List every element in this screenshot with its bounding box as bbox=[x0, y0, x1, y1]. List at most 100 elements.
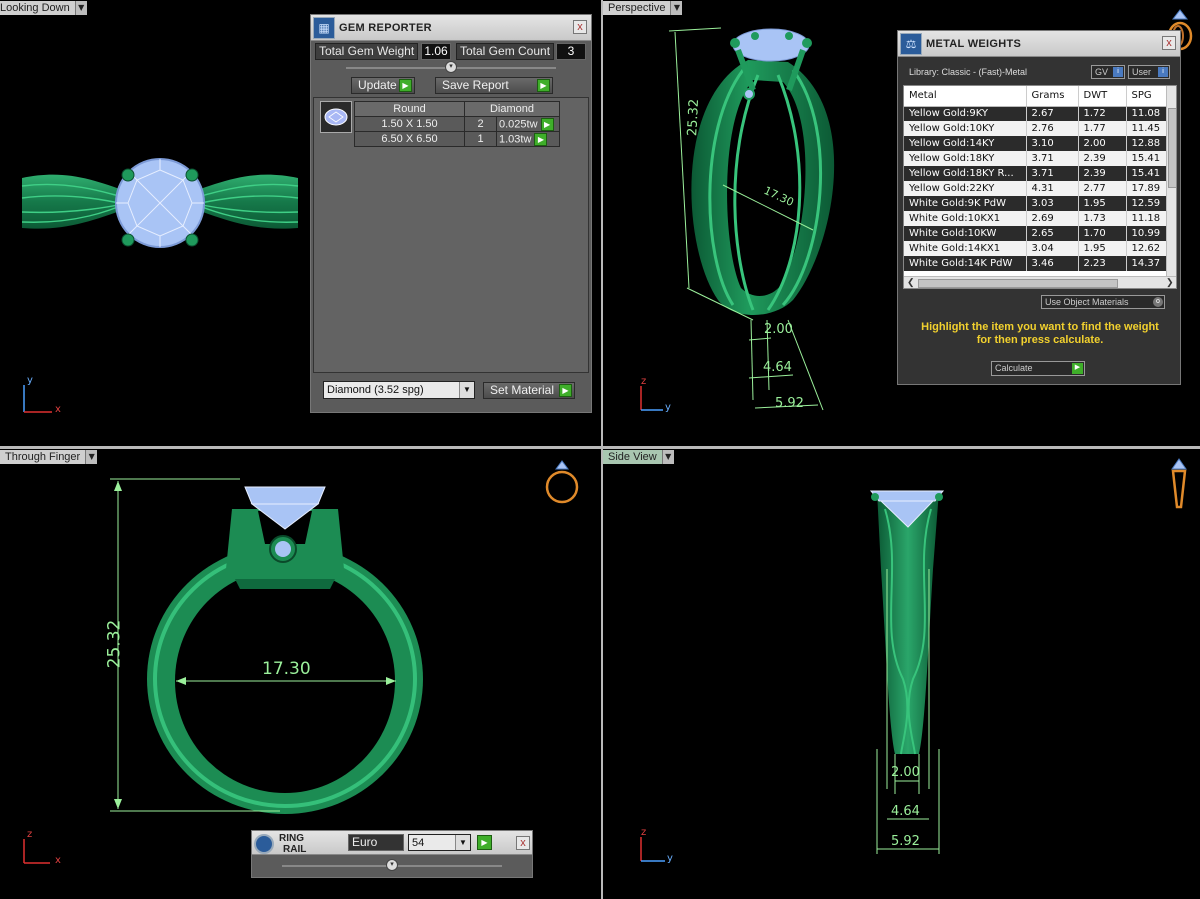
gem-table-header-material: Diamond bbox=[464, 101, 560, 117]
toggle-icon: o bbox=[1153, 297, 1163, 307]
ring-rail-title: RING RAIL bbox=[279, 833, 307, 855]
dimension-height-label: 25.32 bbox=[685, 98, 703, 137]
material-select[interactable]: Diamond (3.52 spg) ▼ bbox=[323, 381, 475, 399]
table-cell: 12.88 bbox=[1126, 136, 1169, 151]
total-gem-count-label: Total Gem Count bbox=[456, 43, 555, 60]
scroll-right-icon[interactable]: ❯ bbox=[1166, 277, 1174, 288]
scrollbar-thumb[interactable] bbox=[1168, 108, 1176, 188]
update-button[interactable]: Update ▶ bbox=[351, 77, 415, 94]
viewport-label-side-view[interactable]: Side View ▼ bbox=[603, 449, 674, 464]
viewport-splitter-vertical[interactable] bbox=[601, 0, 603, 899]
table-cell: 15.41 bbox=[1126, 166, 1169, 181]
table-cell: 10.99 bbox=[1126, 226, 1169, 241]
table-cell: White Gold:14KX1 bbox=[904, 241, 1027, 256]
gem-table-row[interactable]: 1.50 X 1.50 2 0.025tw ▶ bbox=[354, 116, 560, 132]
viewport-side-view[interactable]: 2.00 4.64 5.92 z y Side View ▼ bbox=[603, 449, 1200, 899]
total-gem-count-value: 3 bbox=[556, 43, 586, 60]
viewport-splitter-horizontal[interactable] bbox=[0, 446, 1200, 449]
table-cell: 3.04 bbox=[1026, 241, 1079, 256]
close-icon[interactable]: x bbox=[1162, 36, 1176, 50]
table-cell: 3.10 bbox=[1026, 136, 1079, 151]
table-cell: 2.67 bbox=[1026, 106, 1079, 121]
dimension-shank-inner-label: 2.00 bbox=[764, 322, 793, 337]
axis-z-label: z bbox=[641, 827, 647, 838]
table-cell: White Gold:10KX1 bbox=[904, 211, 1027, 226]
table-cell: 1.95 bbox=[1078, 196, 1127, 211]
dimension-shank-mid-label: 4.64 bbox=[891, 804, 920, 819]
column-header-spg[interactable]: SPG bbox=[1126, 86, 1169, 107]
table-cell: 4.31 bbox=[1026, 181, 1079, 196]
column-header-metal[interactable]: Metal bbox=[904, 86, 1027, 107]
gem-reporter-titlebar[interactable]: ▦ GEM REPORTER x bbox=[311, 15, 591, 41]
scrollbar-thumb[interactable] bbox=[918, 279, 1118, 288]
gem-reporter-title: GEM REPORTER bbox=[339, 21, 432, 34]
play-icon[interactable]: ▶ bbox=[534, 132, 548, 146]
gem-reporter-icon: ▦ bbox=[313, 16, 335, 39]
column-header-grams[interactable]: Grams bbox=[1026, 86, 1079, 107]
ring-size-standard[interactable]: Euro bbox=[348, 834, 404, 851]
gem-reporter-panel: ▦ GEM REPORTER x Total Gem Weight 1.06 T… bbox=[310, 14, 592, 413]
ring-icon bbox=[254, 834, 274, 854]
table-cell: 1.95 bbox=[1078, 241, 1127, 256]
gem-reporter-slider-knob[interactable]: ▾ bbox=[445, 61, 457, 73]
chevron-down-icon[interactable]: ▼ bbox=[670, 0, 683, 15]
table-row[interactable]: White Gold:9K PdW 3.03 1.95 12.59 bbox=[904, 196, 1169, 211]
axis-y-label: y bbox=[667, 853, 673, 864]
user-library-button[interactable]: User i bbox=[1128, 65, 1170, 79]
vertical-scrollbar[interactable] bbox=[1166, 86, 1176, 276]
table-cell: Yellow Gold:22KY bbox=[904, 181, 1027, 196]
table-cell: 2.00 bbox=[1078, 136, 1127, 151]
calculate-button[interactable]: Calculate ▶ bbox=[991, 361, 1085, 376]
gv-library-button[interactable]: GV i bbox=[1091, 65, 1125, 79]
chevron-down-icon[interactable]: ▼ bbox=[661, 449, 674, 464]
gem-table-row[interactable]: 6.50 X 6.50 1 1.03tw ▶ bbox=[354, 131, 560, 147]
metal-list[interactable]: Metal Grams DWT SPG Yellow Gold:9KY 2.67 1… bbox=[903, 85, 1177, 289]
table-row[interactable]: White Gold:14K PdW 3.46 2.23 14.37 bbox=[904, 256, 1169, 271]
viewport-looking-down[interactable]: y x Looking Down ▼ ▦ GEM REPORTER x Tota… bbox=[0, 0, 601, 446]
viewport-label-through-finger[interactable]: Through Finger ▼ bbox=[0, 449, 98, 464]
dimension-diameter-label: 17.30 bbox=[262, 659, 311, 679]
table-cell: 17.89 bbox=[1126, 181, 1169, 196]
viewport-perspective[interactable]: 25.32 17.30 2.00 4.64 5.92 z y Perspecti… bbox=[603, 0, 1200, 446]
table-row[interactable]: Yellow Gold:9KY 2.67 1.72 11.08 bbox=[904, 106, 1169, 121]
instruction-text: Highlight the item you want to find the … bbox=[921, 321, 1159, 346]
table-row[interactable]: Yellow Gold:22KY 4.31 2.77 17.89 bbox=[904, 181, 1169, 196]
ring-size-select[interactable]: 54 ▼ bbox=[408, 834, 471, 851]
table-cell: 3.03 bbox=[1026, 196, 1079, 211]
metal-weights-title: METAL WEIGHTS bbox=[926, 37, 1022, 50]
scroll-left-icon[interactable]: ❮ bbox=[907, 277, 915, 288]
table-row[interactable]: White Gold:10KX1 2.69 1.73 11.18 bbox=[904, 211, 1169, 226]
table-cell: 2.23 bbox=[1078, 256, 1127, 271]
chevron-down-icon[interactable]: ▼ bbox=[74, 0, 87, 15]
horizontal-scrollbar[interactable]: ❮ ❯ bbox=[904, 276, 1176, 288]
set-material-button[interactable]: Set Material ▶ bbox=[483, 382, 575, 399]
table-row[interactable]: White Gold:14KX1 3.04 1.95 12.62 bbox=[904, 241, 1169, 256]
dimension-shank-outer-label: 5.92 bbox=[891, 834, 920, 849]
ring-rail-slider-knob[interactable]: ▾ bbox=[386, 859, 398, 871]
table-row[interactable]: Yellow Gold:14KY 3.10 2.00 12.88 bbox=[904, 136, 1169, 151]
metal-weights-titlebar[interactable]: ⚖ METAL WEIGHTS x bbox=[898, 31, 1180, 57]
table-row[interactable]: Yellow Gold:18KY 3.71 2.39 15.41 bbox=[904, 151, 1169, 166]
viewport-label-looking-down[interactable]: Looking Down ▼ bbox=[0, 0, 87, 15]
table-row[interactable]: White Gold:10KW 2.65 1.70 10.99 bbox=[904, 226, 1169, 241]
round-gem-thumbnail[interactable] bbox=[320, 101, 352, 133]
table-cell: 12.59 bbox=[1126, 196, 1169, 211]
save-report-button[interactable]: Save Report ▶ bbox=[435, 77, 553, 94]
close-icon[interactable]: x bbox=[573, 20, 587, 34]
table-cell: 15.41 bbox=[1126, 151, 1169, 166]
table-row[interactable]: Yellow Gold:10KY 2.76 1.77 11.45 bbox=[904, 121, 1169, 136]
table-cell: White Gold:10KW bbox=[904, 226, 1027, 241]
ring-side-render bbox=[640, 458, 1187, 862]
use-object-materials-toggle[interactable]: Use Object Materials o bbox=[1041, 295, 1165, 309]
viewport-label-perspective[interactable]: Perspective ▼ bbox=[603, 0, 683, 15]
table-cell: Yellow Gold:18KY bbox=[904, 151, 1027, 166]
chevron-down-icon[interactable]: ▼ bbox=[85, 449, 98, 464]
table-cell: 1.77 bbox=[1078, 121, 1127, 136]
table-cell: 2.39 bbox=[1078, 151, 1127, 166]
play-icon[interactable]: ▶ bbox=[477, 835, 492, 850]
table-row[interactable]: Yellow Gold:18KY R... 3.71 2.39 15.41 bbox=[904, 166, 1169, 181]
column-header-dwt[interactable]: DWT bbox=[1078, 86, 1127, 107]
viewport-through-finger[interactable]: 25.32 17.30 z x Through Finger ▼ RING RA… bbox=[0, 449, 601, 899]
close-icon[interactable]: x bbox=[516, 836, 530, 850]
play-icon[interactable]: ▶ bbox=[540, 117, 554, 131]
